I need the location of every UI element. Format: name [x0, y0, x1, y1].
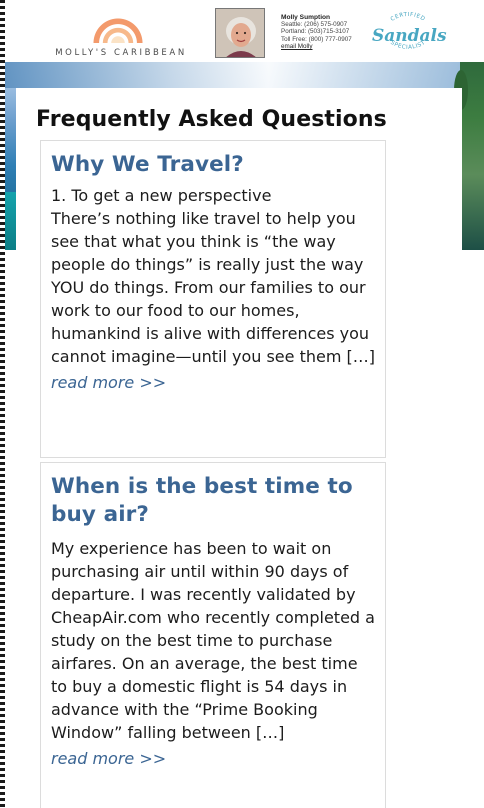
phone-portland: Portland: (503)715-3107 [281, 28, 350, 36]
faq-excerpt: 1. To get a new perspective There’s noth… [51, 186, 375, 366]
agent-portrait-icon [216, 9, 264, 57]
agent-name: Molly Sumption [281, 14, 331, 21]
phone-seattle: Seattle: (206) 575-0907 [281, 21, 348, 29]
site-logo[interactable]: MOLLY'S CARIBBEAN [41, 6, 201, 60]
svg-text:CERTIFIED: CERTIFIED [390, 12, 426, 23]
agent-photo [215, 8, 265, 58]
read-more-link[interactable]: read more >> [51, 372, 166, 394]
email-link[interactable]: email Molly [281, 43, 376, 50]
badge-top-text: CERTIFIED [390, 12, 426, 23]
banner-sky [5, 62, 484, 88]
faq-title[interactable]: When is the best time to buy air? [51, 473, 375, 529]
phone-toll-free: Toll Free: (800) 777-0907 [281, 35, 352, 43]
content-panel: Frequently Asked Questions Why We Travel… [16, 88, 462, 808]
logo-text: MOLLY'S CARIBBEAN [55, 48, 187, 58]
faq-title[interactable]: Why We Travel? [51, 151, 375, 179]
sandals-specialist-badge: CERTIFIED SPECIALIST Sandals [372, 12, 447, 56]
faq-card: When is the best time to buy air? My exp… [40, 462, 386, 808]
faq-card: Why We Travel? 1. To get a new perspecti… [40, 140, 386, 458]
banner-foliage [454, 62, 484, 250]
page-title: Frequently Asked Questions [36, 107, 387, 132]
contact-info: Molly Sumption Seattle: (206) 575-0907 P… [281, 14, 376, 50]
site-header: MOLLY'S CARIBBEAN Molly Sumption Seattle… [5, 0, 484, 62]
badge-brand-text: Sandals [372, 26, 447, 46]
faq-excerpt: My experience has been to wait on purcha… [51, 539, 375, 742]
read-more-link[interactable]: read more >> [51, 748, 166, 770]
